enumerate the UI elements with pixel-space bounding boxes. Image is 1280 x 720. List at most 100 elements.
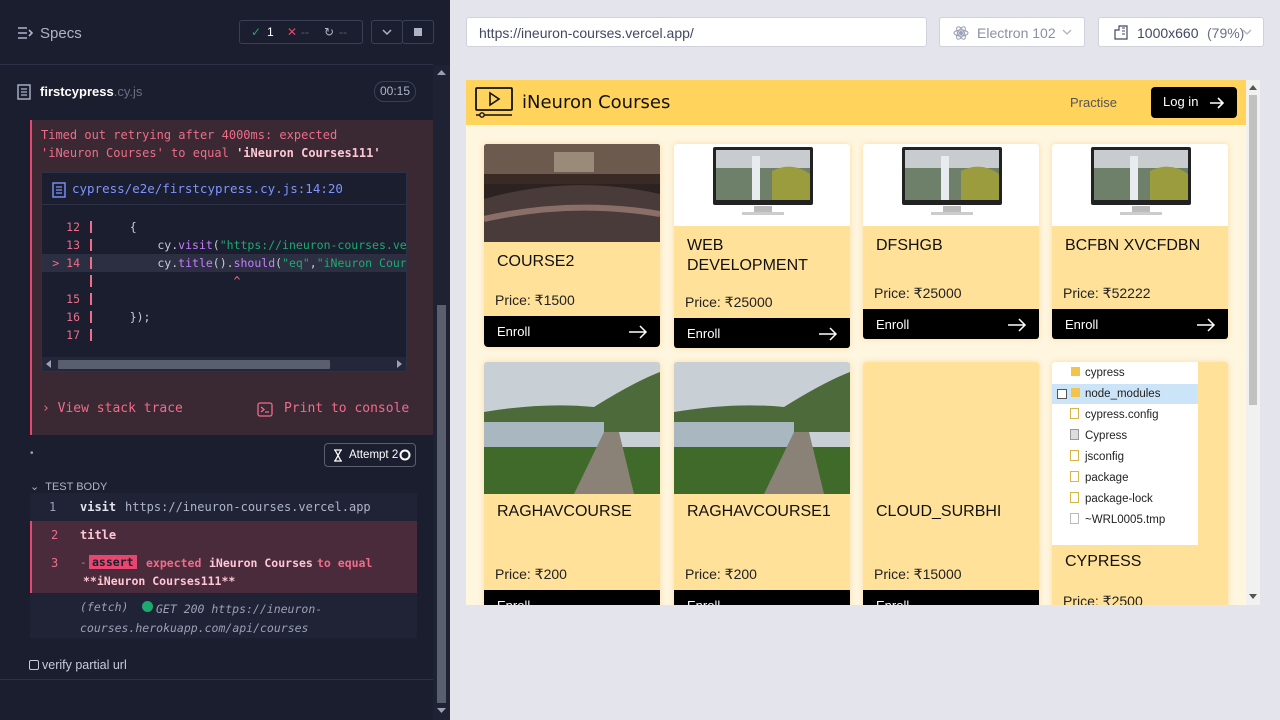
arrow-right-icon bbox=[1008, 318, 1027, 332]
course-title[interactable]: CLOUD_SURBHI bbox=[876, 502, 1001, 522]
aut-scrollbar[interactable] bbox=[1246, 80, 1260, 605]
code-frame-path[interactable]: cypress/e2e/firstcypress.cy.js:14:20 bbox=[72, 181, 343, 196]
line-number: 16 bbox=[66, 310, 80, 324]
test-title-verify-partial-url[interactable]: verify partial url bbox=[42, 658, 127, 672]
print-to-console-button[interactable]: Print to console bbox=[257, 401, 409, 417]
course-title[interactable]: DFSHGB bbox=[876, 236, 943, 256]
arrow-right-icon bbox=[819, 327, 838, 341]
enroll-button[interactable]: Enroll bbox=[674, 590, 850, 605]
code-line: 15 bbox=[42, 290, 406, 308]
login-label: Log in bbox=[1163, 94, 1199, 109]
course-title[interactable]: RAGHAVCOURSE1 bbox=[687, 502, 831, 522]
explorer-item: cypress bbox=[1085, 367, 1125, 379]
course-title[interactable]: WEB DEVELOPMENT bbox=[687, 236, 837, 276]
enroll-button[interactable]: Enroll bbox=[674, 318, 850, 348]
course-price: Price: ₹2500 bbox=[1063, 593, 1143, 605]
command-row-failed[interactable]: 2 title bbox=[30, 521, 417, 549]
view-stack-trace-label: View stack trace bbox=[57, 401, 183, 416]
line-number: 12 bbox=[66, 220, 80, 234]
command-row[interactable]: 1 visit https://ineuron-courses.vercel.a… bbox=[30, 493, 417, 521]
specs-list-icon[interactable] bbox=[17, 26, 33, 40]
course-title[interactable]: COURSE2 bbox=[497, 252, 574, 272]
course-title[interactable]: RAGHAVCOURSE bbox=[497, 502, 632, 522]
fetch-row[interactable]: (fetch) GET 200 https://ineuron-courses.… bbox=[30, 593, 417, 638]
chevron-down-icon: ⌄ bbox=[30, 481, 40, 493]
test-body-header[interactable]: ⌄ TEST BODY bbox=[30, 480, 107, 493]
course-title[interactable]: BCFBN XVCFDBN bbox=[1065, 236, 1200, 256]
stop-icon bbox=[414, 28, 422, 36]
explorer-item: package-lock bbox=[1085, 493, 1153, 505]
enroll-button[interactable]: Enroll bbox=[863, 309, 1039, 339]
command-row-assert[interactable]: 3 - assert expected iNeuron Courses to e… bbox=[30, 549, 417, 593]
viewport-selector[interactable]: 1000x660 (79%) bbox=[1098, 17, 1264, 47]
course-image bbox=[902, 147, 1002, 215]
scroll-up-icon[interactable] bbox=[437, 69, 446, 75]
code-scroll-thumb[interactable] bbox=[58, 360, 330, 369]
enroll-button[interactable]: Enroll bbox=[863, 590, 1039, 605]
enroll-button[interactable]: Enroll bbox=[484, 316, 660, 347]
assert-target-value: **iNeuron Courses111** bbox=[83, 574, 236, 588]
practise-link[interactable]: Practise bbox=[1070, 95, 1117, 110]
runner-scroll-thumb[interactable] bbox=[437, 305, 446, 703]
specs-label[interactable]: Specs bbox=[40, 25, 82, 42]
chevron-down-icon bbox=[382, 29, 392, 36]
code-line: ^ bbox=[42, 272, 406, 290]
course-image bbox=[1091, 147, 1191, 215]
course-card: COURSE2 Price: ₹1500 Enroll bbox=[484, 144, 660, 347]
attempt-label: Attempt 2 bbox=[349, 449, 399, 461]
spec-file-name[interactable]: firstcypress.cy.js bbox=[40, 84, 142, 99]
login-button[interactable]: Log in bbox=[1151, 87, 1237, 118]
site-logo-icon bbox=[475, 87, 513, 118]
course-image bbox=[674, 362, 850, 494]
line-code: cy.visit("https://ineuron-courses.vercel… bbox=[102, 238, 406, 252]
viewport-zoom: (79%) bbox=[1207, 25, 1245, 41]
explorer-item: jsconfig bbox=[1085, 451, 1124, 463]
spec-file-basename: firstcypress bbox=[40, 84, 114, 99]
electron-icon bbox=[953, 26, 969, 40]
scroll-up-icon[interactable] bbox=[1249, 84, 1257, 90]
scroll-down-icon[interactable] bbox=[437, 708, 446, 714]
aut-url-bar[interactable]: https://ineuron-courses.vercel.app/ bbox=[466, 17, 927, 47]
aut-scroll-thumb[interactable] bbox=[1249, 95, 1257, 405]
enroll-label: Enroll bbox=[687, 598, 720, 605]
scroll-right-icon[interactable] bbox=[395, 360, 403, 368]
view-stack-trace-button[interactable]: › View stack trace bbox=[42, 401, 183, 416]
enroll-label: Enroll bbox=[1065, 317, 1099, 332]
scroll-left-icon[interactable] bbox=[45, 360, 53, 368]
runner-scrollbar[interactable] bbox=[433, 65, 450, 720]
site-brand[interactable]: iNeuron Courses bbox=[522, 92, 670, 113]
browser-selector[interactable]: Electron 102 bbox=[939, 17, 1085, 47]
chevron-down-icon bbox=[1062, 29, 1072, 35]
line-number: 13 bbox=[66, 238, 80, 252]
attempt-badge[interactable]: Attempt 2 bbox=[324, 443, 416, 467]
test-pending-icon bbox=[29, 660, 39, 670]
code-frame-header[interactable]: cypress/e2e/firstcypress.cy.js:14:20 bbox=[42, 173, 408, 205]
pending-icon: ↻ bbox=[324, 25, 335, 39]
scroll-down-icon[interactable] bbox=[1249, 594, 1257, 600]
enroll-label: Enroll bbox=[876, 598, 909, 605]
assert-dash: - bbox=[80, 556, 87, 569]
chevron-right-icon: › bbox=[42, 401, 50, 416]
enroll-button[interactable]: Enroll bbox=[1052, 309, 1228, 339]
line-code: { bbox=[102, 220, 137, 234]
assert-to-equal: to equal bbox=[317, 556, 373, 570]
assert-badge: assert bbox=[89, 555, 137, 569]
enroll-button[interactable]: Enroll bbox=[484, 590, 660, 605]
course-image: cypress node_modules cypress.config Cypr… bbox=[1052, 362, 1198, 545]
passed-count: 1 bbox=[267, 25, 274, 39]
browser-label: Electron 102 bbox=[977, 25, 1056, 41]
line-code: }); bbox=[102, 310, 151, 324]
code-horizontal-scrollbar[interactable] bbox=[42, 357, 406, 371]
course-price: Price: ₹52222 bbox=[1063, 285, 1151, 301]
terminal-icon bbox=[257, 402, 273, 417]
explorer-item: package bbox=[1085, 472, 1129, 484]
code-line: 13 cy.visit("https://ineuron-courses.ver… bbox=[42, 236, 406, 254]
course-price: Price: ₹200 bbox=[685, 566, 757, 582]
spec-duration: 00:15 bbox=[374, 81, 416, 102]
collapse-button[interactable] bbox=[371, 20, 403, 44]
stop-button[interactable] bbox=[402, 20, 434, 44]
command-name: title bbox=[80, 528, 117, 542]
course-title[interactable]: CYPRESS bbox=[1065, 552, 1141, 572]
file-icon bbox=[17, 84, 31, 100]
command-number: 2 bbox=[51, 528, 59, 542]
